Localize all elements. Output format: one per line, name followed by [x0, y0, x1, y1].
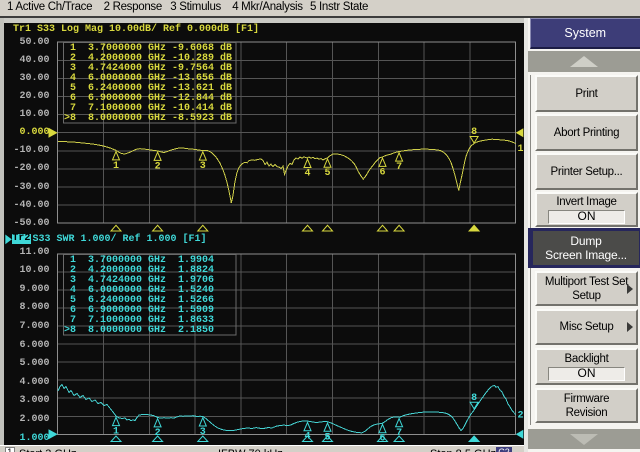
svg-text:3: 3	[200, 161, 206, 172]
svg-text:7: 7	[396, 428, 402, 439]
svg-text:1: 1	[113, 161, 119, 172]
svg-text:2: 2	[518, 411, 524, 422]
svg-text:8: 8	[471, 393, 477, 404]
svg-text:5: 5	[324, 168, 330, 179]
svg-text:8: 8	[471, 127, 477, 138]
svg-text:6: 6	[379, 167, 385, 178]
svg-text:1: 1	[518, 144, 524, 155]
svg-text:7: 7	[396, 162, 402, 173]
svg-text:2: 2	[155, 428, 161, 439]
svg-text:2: 2	[155, 161, 161, 172]
svg-text:4: 4	[304, 169, 310, 180]
